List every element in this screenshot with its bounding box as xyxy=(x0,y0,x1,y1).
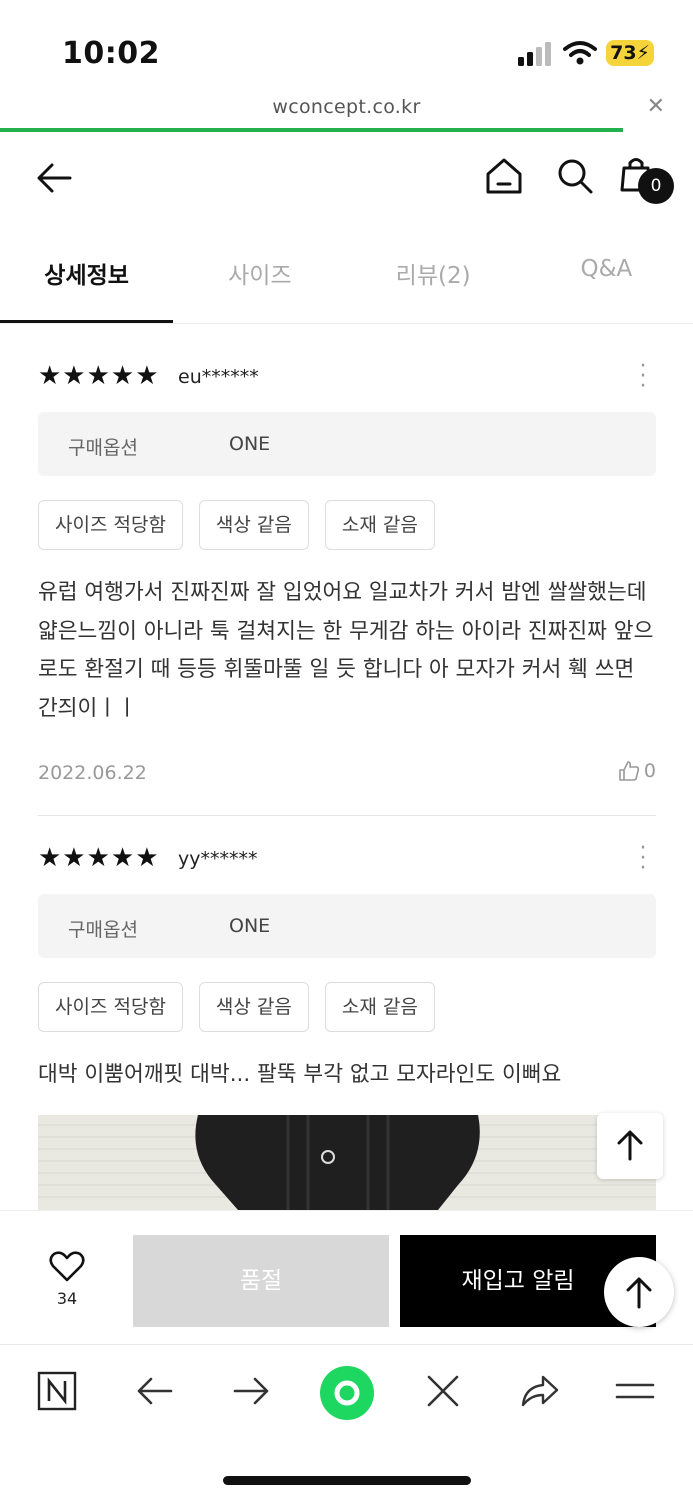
review-header: ★★★★★ eu****** · · · xyxy=(38,356,656,398)
wishlist-count: 34 xyxy=(56,1289,78,1308)
review-divider xyxy=(38,815,656,816)
purchase-option-box: 구매옵션 ONE xyxy=(38,894,656,958)
soldout-button: 품절 xyxy=(133,1235,389,1327)
tab-detail[interactable]: 상세정보 xyxy=(0,222,174,323)
home-indicator xyxy=(223,1476,471,1485)
tag-chip: 소재 같음 xyxy=(324,500,435,550)
browser-back-icon[interactable] xyxy=(135,1371,175,1411)
cellular-signal-icon xyxy=(518,42,551,66)
thumbs-up-icon xyxy=(619,761,640,781)
tag-chip: 사이즈 적당함 xyxy=(38,982,183,1032)
tag-chip: 색상 같음 xyxy=(198,982,309,1032)
option-label: 구매옵션 xyxy=(68,437,138,459)
product-tabs: 상세정보 사이즈 리뷰(2) Q&A xyxy=(0,222,693,324)
tab-review[interactable]: 리뷰(2) xyxy=(347,222,520,323)
like-count: 0 xyxy=(643,760,656,782)
close-tab-icon[interactable] xyxy=(423,1371,463,1411)
heart-icon xyxy=(49,1251,85,1282)
tag-chip: 색상 같음 xyxy=(198,500,309,550)
star-rating: ★★★★★ xyxy=(38,361,160,391)
review-date: 2022.06.22 xyxy=(38,762,147,784)
review-tags: 사이즈 적당함 색상 같음 소재 같음 xyxy=(38,500,656,550)
reviewer-id: yy****** xyxy=(178,848,258,870)
cart-count-badge: 0 xyxy=(638,168,674,204)
status-bar: 10:02 73⚡ xyxy=(0,0,693,92)
purchase-action-bar: 34 품절 재입고 알림 xyxy=(0,1210,693,1344)
tab-qna[interactable]: Q&A xyxy=(520,222,693,323)
home-icon[interactable] xyxy=(484,156,524,196)
tag-chip: 소재 같음 xyxy=(324,982,435,1032)
browser-forward-icon[interactable] xyxy=(231,1371,271,1411)
scroll-to-top-button[interactable] xyxy=(604,1257,674,1327)
review-text: 유럽 여행가서 진짜진짜 잘 입었어요 일교차가 커서 밤엔 쌀쌀했는데 얇은느… xyxy=(38,580,654,721)
search-icon[interactable] xyxy=(555,156,595,196)
review-item: ★★★★★ eu****** · · · 구매옵션 ONE 사이즈 적당함 색상 같… xyxy=(38,356,656,794)
app-header: 0 xyxy=(0,132,693,222)
share-icon[interactable] xyxy=(519,1371,559,1411)
tag-chip: 사이즈 적당함 xyxy=(38,500,183,550)
arrow-up-icon xyxy=(626,1277,652,1309)
url-text[interactable]: wconcept.co.kr xyxy=(0,96,693,118)
more-options-icon[interactable]: · · · xyxy=(638,838,648,880)
url-bar[interactable]: wconcept.co.kr ✕ xyxy=(0,92,693,132)
status-time: 10:02 xyxy=(62,36,160,71)
review-item: ★★★★★ yy****** · · · 구매옵션 ONE 사이즈 적당함 색상 같… xyxy=(38,838,656,1095)
tab-size[interactable]: 사이즈 xyxy=(173,222,346,323)
menu-icon[interactable] xyxy=(615,1371,655,1411)
scroll-to-top-button[interactable] xyxy=(597,1113,663,1179)
review-tags: 사이즈 적당함 색상 같음 소재 같음 xyxy=(38,982,656,1032)
purchase-option-box: 구매옵션 ONE xyxy=(38,412,656,476)
review-text: 대박 이뿜어깨핏 대박... 팔뚝 부각 없고 모자라인도 이뻐요 xyxy=(38,1062,562,1087)
reviewer-id: eu****** xyxy=(178,366,259,388)
option-value: ONE xyxy=(229,915,271,937)
close-icon[interactable]: ✕ xyxy=(647,94,665,119)
star-rating: ★★★★★ xyxy=(38,843,160,873)
wishlist-button[interactable]: 34 xyxy=(40,1251,94,1308)
more-options-icon[interactable]: · · · xyxy=(638,356,648,398)
review-footer: 2022.06.22 0 xyxy=(38,754,656,794)
naver-green-dot-icon[interactable] xyxy=(319,1365,375,1421)
option-value: ONE xyxy=(229,433,271,455)
review-photo-image xyxy=(38,1115,656,1210)
review-photo[interactable] xyxy=(38,1115,656,1210)
battery-indicator: 73⚡ xyxy=(606,40,654,66)
wifi-icon xyxy=(563,41,597,65)
like-button[interactable]: 0 xyxy=(618,760,656,782)
review-header: ★★★★★ yy****** · · · xyxy=(38,838,656,880)
option-label: 구매옵션 xyxy=(68,919,138,941)
naver-n-icon[interactable] xyxy=(37,1371,77,1411)
arrow-left-icon[interactable] xyxy=(34,158,74,198)
arrow-up-icon xyxy=(617,1130,643,1161)
